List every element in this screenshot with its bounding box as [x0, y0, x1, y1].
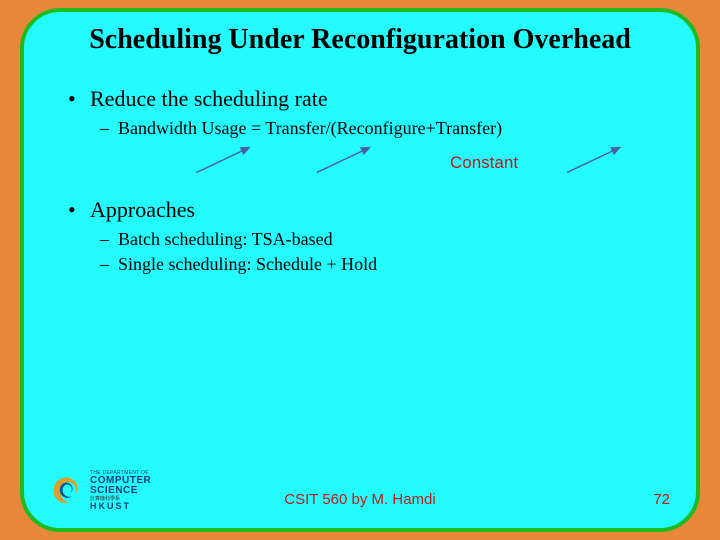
footer: THE DEPARTMENT OF COMPUTER SCIENCE 計算機科學… [24, 468, 696, 514]
logo-swirl-icon [50, 474, 84, 508]
bullet-bandwidth-formula: Bandwidth Usage = Transfer/(Reconfigure+… [100, 118, 668, 139]
logo-line-hkust: HKUST [90, 502, 200, 511]
bullet-batch: Batch scheduling: TSA-based [100, 229, 668, 250]
slide-title: Scheduling Under Reconfiguration Overhea… [52, 24, 668, 56]
logo-text-block: THE DEPARTMENT OF COMPUTER SCIENCE 計算機科學… [90, 471, 200, 512]
dept-logo: THE DEPARTMENT OF COMPUTER SCIENCE 計算機科學… [50, 470, 200, 512]
arrow-to-reconfigure [317, 148, 370, 173]
page-number: 72 [653, 491, 670, 508]
arrow-to-usage [196, 148, 249, 173]
annotation-constant: Constant [450, 153, 518, 173]
slide-frame: Scheduling Under Reconfiguration Overhea… [20, 8, 700, 532]
bullet-single: Single scheduling: Schedule + Hold [100, 254, 668, 275]
annotation-row: Constant [52, 143, 668, 179]
bullet-approaches: Approaches [68, 197, 668, 223]
arrows-svg [52, 143, 668, 179]
logo-line-cs: COMPUTER SCIENCE [90, 476, 200, 497]
footer-course: CSIT 560 by M. Hamdi [284, 491, 435, 508]
bullet-reduce-rate: Reduce the scheduling rate [68, 86, 668, 112]
arrow-right [567, 148, 620, 173]
